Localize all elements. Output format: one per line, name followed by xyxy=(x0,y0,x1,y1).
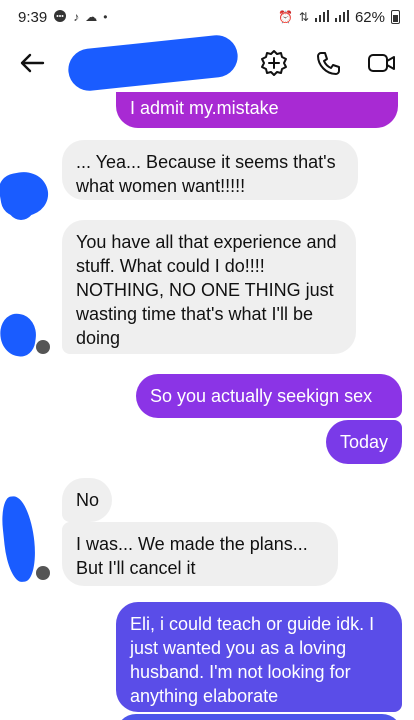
message-bubble-outgoing[interactable]: Today xyxy=(326,420,402,464)
cloud-icon: ☁ xyxy=(85,10,98,24)
effects-button[interactable] xyxy=(254,43,294,83)
message-bubble-incoming[interactable]: I was... We made the plans... But I'll c… xyxy=(62,522,338,586)
avatar[interactable] xyxy=(36,340,50,354)
alarm-icon: ⏰ xyxy=(277,10,293,24)
header-actions xyxy=(254,43,402,83)
status-left: 9:39 ♪ ☁ • xyxy=(18,9,107,26)
status-time: 9:39 xyxy=(18,8,48,26)
message-bubble-outgoing[interactable]: Eli, i could teach or guide idk. I just … xyxy=(116,602,402,712)
phone-icon xyxy=(317,52,340,75)
back-button[interactable] xyxy=(12,43,52,83)
message-bubble-incoming[interactable]: No xyxy=(62,478,112,522)
message-bubble-partial[interactable] xyxy=(116,714,402,720)
message-icon xyxy=(53,9,67,26)
add-effects-icon xyxy=(261,50,287,76)
avatar-redaction xyxy=(0,311,39,359)
avatar[interactable] xyxy=(36,566,50,580)
signal-icon xyxy=(314,9,329,25)
video-icon xyxy=(368,54,395,72)
status-bar: 9:39 ♪ ☁ • ⏰ ⇅ 62% xyxy=(0,0,414,34)
data-icon: ⇅ xyxy=(298,10,309,24)
status-right: ⏰ ⇅ 62% xyxy=(278,9,400,26)
dot-icon: • xyxy=(103,10,108,24)
message-thread[interactable]: I admit my.mistake ... Yea... Because it… xyxy=(0,92,414,720)
tiktok-icon: ♪ xyxy=(73,10,80,24)
message-bubble-incoming[interactable]: ... Yea... Because it seems that's what … xyxy=(62,140,358,200)
battery-percent: 62% xyxy=(354,8,385,26)
avatar-redaction xyxy=(6,184,36,220)
back-arrow-icon xyxy=(20,53,45,73)
avatar-redaction xyxy=(0,494,39,584)
video-call-button[interactable] xyxy=(362,43,402,83)
signal-icon xyxy=(334,9,349,25)
battery-icon xyxy=(391,10,400,24)
message-bubble-outgoing[interactable]: So you actually seekign sex xyxy=(136,374,402,418)
chat-header xyxy=(0,33,414,93)
message-bubble-incoming[interactable]: You have all that experience and stuff. … xyxy=(62,220,356,354)
message-bubble-outgoing[interactable]: I admit my.mistake xyxy=(116,92,398,128)
contact-name-redacted[interactable] xyxy=(66,33,240,93)
audio-call-button[interactable] xyxy=(308,43,348,83)
